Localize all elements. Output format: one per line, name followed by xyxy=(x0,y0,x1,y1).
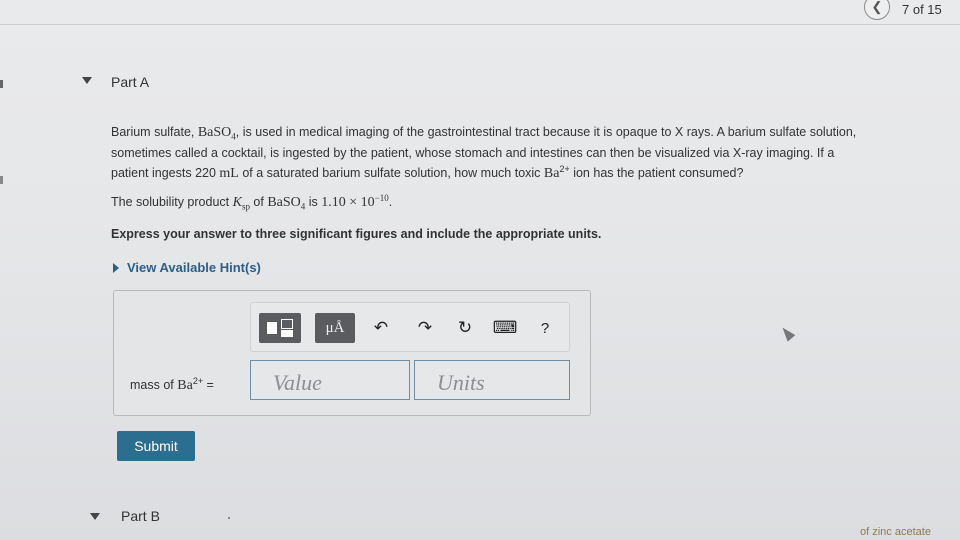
divider-dot xyxy=(228,517,230,519)
page-counter: 7 of 15 xyxy=(902,2,942,17)
reset-button[interactable]: ↻ xyxy=(453,313,477,343)
redo-button[interactable]: ↷ xyxy=(413,313,437,343)
caret-right-icon xyxy=(113,262,119,273)
submit-button[interactable]: Submit xyxy=(117,431,195,461)
collapse-part-b-icon[interactable] xyxy=(90,513,100,520)
previous-item-button[interactable]: ❮ xyxy=(864,0,890,20)
top-bar: ❮ 7 of 15 xyxy=(0,0,960,26)
undo-icon: ↶ xyxy=(373,318,389,337)
side-marker xyxy=(0,176,3,184)
math-toolbar: μÅ ↶ ↷ ↻ ⌨ ? xyxy=(250,302,570,352)
collapse-part-a-icon[interactable] xyxy=(82,77,92,84)
answer-label: mass of Ba2+ = xyxy=(130,376,214,394)
keyboard-button[interactable]: ⌨ xyxy=(491,313,519,343)
mouse-cursor-icon xyxy=(778,324,796,342)
templates-icon xyxy=(265,317,295,339)
part-b-title[interactable]: Part B xyxy=(121,508,160,524)
help-icon: ? xyxy=(540,319,550,337)
templates-button[interactable] xyxy=(259,313,301,343)
chevron-left-icon: ❮ xyxy=(871,0,883,14)
help-button[interactable]: ? xyxy=(535,313,555,343)
solubility-statement: The solubility product Ksp of BaSO4 is 1… xyxy=(111,193,393,212)
clipped-text: of zinc acetate xyxy=(860,526,931,538)
units-label: μÅ xyxy=(325,319,345,336)
value-input[interactable] xyxy=(250,360,410,400)
view-hints-link[interactable]: View Available Hint(s) xyxy=(113,260,261,275)
reset-icon: ↻ xyxy=(457,318,473,337)
units-input[interactable] xyxy=(414,360,570,400)
top-divider xyxy=(0,24,960,25)
units-button[interactable]: μÅ xyxy=(315,313,355,343)
part-a-title[interactable]: Part A xyxy=(111,74,149,90)
problem-statement: Barium sulfate, BaSO4, is used in medica… xyxy=(111,125,857,181)
keyboard-icon: ⌨ xyxy=(492,318,518,337)
view-hints-label[interactable]: View Available Hint(s) xyxy=(127,260,261,275)
redo-icon: ↷ xyxy=(417,318,433,337)
side-marker xyxy=(0,80,3,88)
answer-instruction: Express your answer to three significant… xyxy=(111,227,602,241)
undo-button[interactable]: ↶ xyxy=(369,313,393,343)
